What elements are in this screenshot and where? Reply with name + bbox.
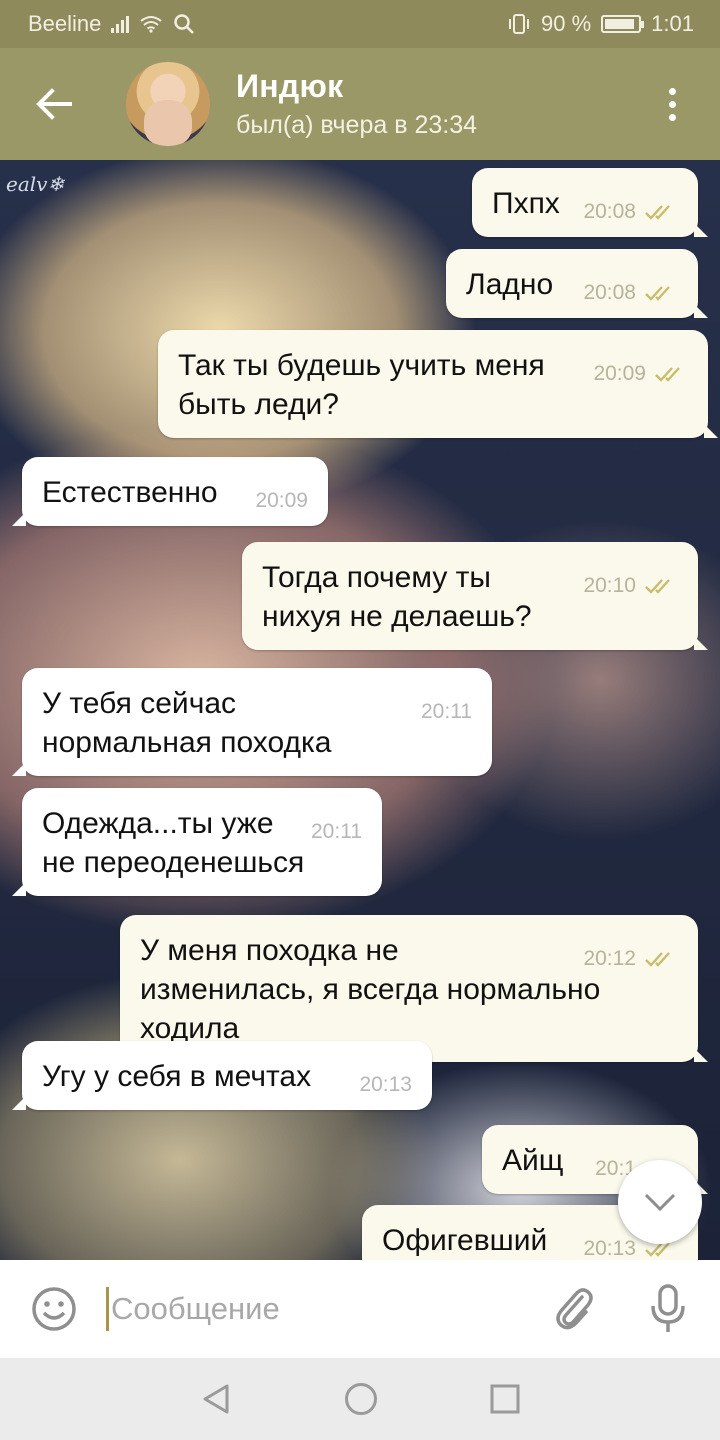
outgoing-message-bubble[interactable]: 20:10 Тогда почему ты нихуя не делаешь?	[242, 542, 708, 650]
read-checkmarks-icon	[645, 286, 670, 301]
bubble-tail	[12, 762, 26, 776]
bubble-tail	[704, 424, 718, 438]
vibrate-icon	[509, 14, 530, 34]
message-text: Офигевший	[382, 1224, 548, 1257]
scroll-down-button[interactable]	[618, 1160, 702, 1244]
message-time: 20:08	[583, 281, 636, 304]
bubble-tail	[694, 304, 708, 318]
message-meta: 20:13	[359, 1073, 412, 1097]
nav-home-icon[interactable]	[343, 1381, 379, 1417]
voice-record-button[interactable]	[638, 1279, 698, 1339]
message-input-placeholder: Сообщение	[111, 1291, 280, 1326]
status-left: Beeline	[28, 11, 195, 37]
bubble-tail	[12, 1096, 26, 1110]
message-text: Естественно	[42, 476, 218, 509]
paperclip-icon	[556, 1288, 593, 1330]
battery-percent: 90 %	[541, 11, 592, 36]
message-text: Пхпх	[492, 187, 560, 220]
incoming-message-bubble[interactable]: 20:09 Естественно	[12, 457, 328, 526]
signal-icon	[111, 15, 130, 33]
outgoing-message-bubble[interactable]: 20:08 Пхпх	[472, 168, 708, 237]
back-button[interactable]	[14, 48, 94, 160]
last-seen-status: был(а) вчера в 23:34	[236, 111, 478, 139]
message-meta: 20:09	[255, 489, 308, 513]
wallpaper-watermark: ealv❄	[6, 172, 65, 196]
message-text: Одежда...ты уже не переоденешься	[42, 807, 305, 879]
outgoing-message-bubble[interactable]: 20:12 У меня походка не изменилась, я все…	[120, 915, 708, 1062]
battery-icon	[601, 15, 645, 33]
message-time: 20:11	[311, 820, 362, 843]
message-list[interactable]: ealv❄ 20:08 Пхпх 20:08 Ладно 20:09 Так ты буд…	[0, 160, 720, 1260]
status-right: 90 % 1:01	[507, 11, 694, 37]
menu-dot	[668, 87, 676, 95]
message-meta: 20:10	[583, 574, 678, 598]
message-time: 20:12	[583, 947, 636, 970]
message-meta: 20:11	[421, 700, 472, 724]
attach-button[interactable]	[544, 1279, 604, 1339]
bubble-tail	[12, 882, 26, 896]
message-time: 20:09	[255, 489, 308, 512]
chat-header: Индюк был(а) вчера в 23:34	[0, 48, 720, 160]
emoji-button[interactable]	[24, 1279, 84, 1339]
microphone-icon	[651, 1284, 685, 1332]
message-text: Угу у себя в мечтах	[42, 1060, 312, 1093]
menu-dot	[668, 100, 676, 108]
contact-avatar[interactable]	[126, 62, 210, 146]
menu-dot	[668, 113, 676, 121]
read-checkmarks-icon	[645, 205, 670, 220]
status-bar: Beeline 90 % 1:01	[0, 0, 720, 48]
message-time: 20:13	[583, 1237, 636, 1260]
message-time: 20:08	[583, 200, 636, 223]
message-input[interactable]: Сообщение	[106, 1279, 544, 1339]
outgoing-message-bubble[interactable]: 20:08 Ладно	[446, 249, 708, 318]
bubble-tail	[694, 1048, 708, 1062]
message-meta: 20:08	[583, 200, 678, 224]
read-checkmarks-icon	[645, 952, 670, 967]
message-text: Так ты будешь учить меня быть леди?	[178, 349, 545, 421]
read-checkmarks-icon	[645, 579, 670, 594]
nav-recents-icon[interactable]	[489, 1383, 521, 1415]
outgoing-message-bubble[interactable]: 20:09 Так ты будешь учить меня быть леди?	[158, 330, 718, 438]
contact-name: Индюк	[236, 68, 344, 104]
arrow-left-icon	[36, 88, 72, 120]
more-options-button[interactable]	[642, 87, 702, 121]
battery-fill	[605, 19, 634, 29]
system-navigation-bar	[0, 1358, 720, 1440]
wifi-icon	[140, 16, 163, 33]
message-text: Айщ	[502, 1144, 564, 1177]
message-meta: 20:11	[311, 820, 362, 844]
message-meta: 20:12	[583, 947, 678, 971]
composer-bar: Сообщение	[0, 1260, 720, 1358]
bubble-tail	[12, 512, 26, 526]
incoming-message-bubble[interactable]: 20:11 Одежда...ты уже не переоденешься	[12, 788, 382, 896]
message-text: Тогда почему ты нихуя не делаешь?	[262, 561, 532, 633]
message-time: 20:09	[593, 362, 646, 385]
message-text: У тебя сейчас нормальная походка	[42, 687, 332, 759]
carrier-label: Beeline	[28, 11, 102, 36]
bubble-tail	[694, 223, 708, 237]
status-time: 1:01	[651, 11, 694, 36]
message-meta: 20:09	[593, 362, 688, 386]
incoming-message-bubble[interactable]: 20:11 У тебя сейчас нормальная походка	[12, 668, 492, 776]
message-text: У меня походка не изменилась, я всегда н…	[140, 934, 601, 1045]
message-time: 20:13	[359, 1073, 412, 1096]
incoming-message-bubble[interactable]: 20:13 Угу у себя в мечтах	[12, 1041, 432, 1110]
smile-icon	[32, 1287, 76, 1331]
message-meta: 20:08	[583, 281, 678, 305]
read-checkmarks-icon	[655, 367, 680, 382]
message-text: Ладно	[466, 268, 554, 301]
bubble-tail	[694, 636, 708, 650]
search-icon	[174, 14, 195, 34]
chevron-down-icon	[644, 1193, 676, 1212]
contact-info[interactable]: Индюк был(а) вчера в 23:34	[236, 68, 642, 140]
message-time: 20:11	[421, 700, 472, 723]
nav-back-icon[interactable]	[199, 1382, 233, 1416]
text-caret	[106, 1287, 109, 1331]
message-time: 20:10	[583, 574, 636, 597]
